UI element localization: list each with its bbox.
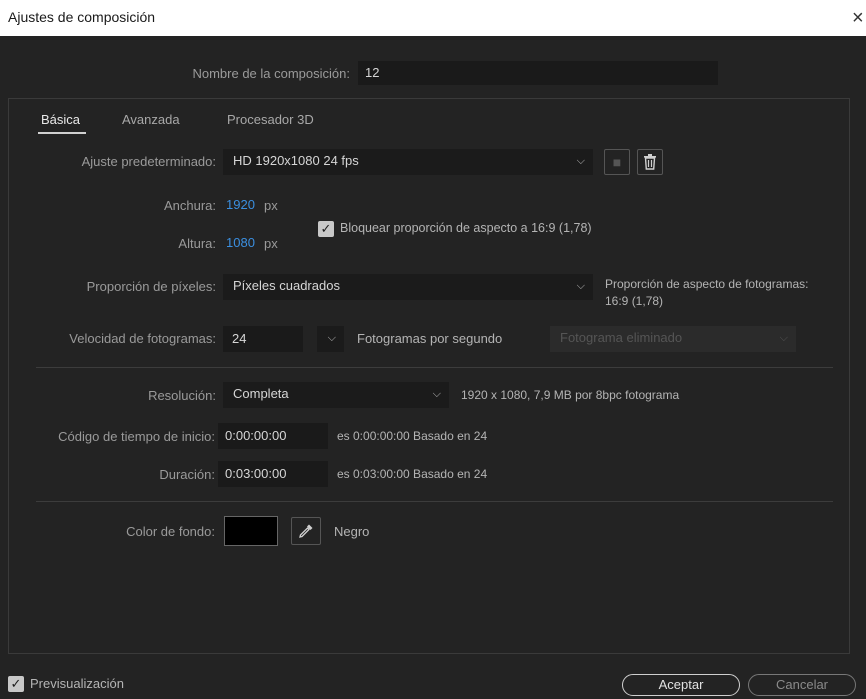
frame-rate-input[interactable]: 24	[223, 326, 303, 352]
title-bar: Ajustes de composición ×	[0, 0, 866, 36]
duration-info: es 0:03:00:00 Basado en 24	[337, 467, 488, 481]
resolution-label: Resolución:	[148, 388, 216, 403]
chevron-down-icon: ⌵	[327, 332, 336, 344]
start-timecode-info: es 0:00:00:00 Basado en 24	[337, 429, 488, 443]
tab-avanzada[interactable]: Avanzada	[122, 112, 180, 127]
pixel-aspect-select[interactable]: Píxeles cuadrados ⌵	[223, 274, 593, 300]
tab-procesador-3d[interactable]: Procesador 3D	[227, 112, 314, 127]
chevron-down-icon: ⌵	[576, 155, 585, 167]
cancel-button[interactable]: Cancelar	[748, 674, 856, 696]
window-title: Ajustes de composición	[8, 9, 156, 25]
composition-name-label: Nombre de la composición:	[192, 66, 350, 81]
pixel-aspect-label: Proporción de píxeles:	[86, 279, 216, 294]
start-timecode-input[interactable]: 0:00:00:00	[218, 423, 328, 449]
height-value[interactable]: 1080	[226, 235, 255, 250]
preview-checkbox[interactable]: ✓	[8, 676, 24, 692]
resolution-value: Completa	[233, 386, 289, 401]
duration-input[interactable]: 0:03:00:00	[218, 461, 328, 487]
composition-name-input[interactable]: 12	[358, 61, 718, 85]
width-label: Anchura:	[163, 198, 216, 213]
width-unit: px	[264, 198, 278, 213]
resolution-select[interactable]: Completa ⌵	[223, 382, 449, 408]
preview-label: Previsualización	[30, 676, 124, 691]
eyedropper-icon[interactable]	[291, 517, 321, 545]
duration-label: Duración:	[159, 467, 215, 482]
background-color-swatch[interactable]	[224, 516, 278, 546]
separator	[36, 367, 833, 368]
height-label: Altura:	[178, 236, 216, 251]
chevron-down-icon: ⌵	[576, 280, 585, 292]
preset-label: Ajuste predeterminado:	[81, 154, 216, 169]
frame-rate-label: Velocidad de fotogramas:	[69, 331, 216, 346]
frame-rate-unit: Fotogramas por segundo	[357, 331, 503, 346]
background-color-name: Negro	[334, 524, 370, 539]
lock-aspect-label: Bloquear proporción de aspecto a 16:9 (1…	[340, 221, 592, 235]
width-value[interactable]: 1920	[226, 197, 255, 212]
preset-value: HD 1920x1080 24 fps	[233, 153, 359, 168]
lock-aspect-checkbox[interactable]: ✓	[318, 221, 334, 237]
frame-rate-dropdown[interactable]: ⌵	[317, 326, 344, 352]
save-preset-icon[interactable]: ■	[604, 149, 630, 175]
chevron-down-icon: ⌵	[779, 332, 788, 344]
resolution-info: 1920 x 1080, 7,9 MB por 8bpc fotograma	[461, 388, 680, 402]
start-timecode-label: Código de tiempo de inicio:	[58, 429, 215, 444]
drop-frame-select: Fotograma eliminado ⌵	[550, 326, 796, 352]
ok-button[interactable]: Aceptar	[622, 674, 740, 696]
height-unit: px	[264, 236, 278, 251]
settings-panel	[8, 98, 850, 654]
trash-icon[interactable]	[637, 149, 663, 175]
close-icon[interactable]: ×	[852, 6, 866, 30]
tab-basica[interactable]: Básica	[41, 112, 80, 127]
preset-select[interactable]: HD 1920x1080 24 fps ⌵	[223, 149, 593, 175]
pixel-aspect-value: Píxeles cuadrados	[233, 278, 340, 293]
background-color-label: Color de fondo:	[126, 524, 215, 539]
frame-aspect-value: 16:9 (1,78)	[605, 294, 664, 308]
frame-aspect-label: Proporción de aspecto de fotogramas:	[605, 277, 809, 291]
chevron-down-icon: ⌵	[432, 388, 441, 400]
drop-frame-value: Fotograma eliminado	[560, 330, 683, 345]
separator	[36, 501, 833, 502]
active-tab-underline	[38, 132, 86, 134]
